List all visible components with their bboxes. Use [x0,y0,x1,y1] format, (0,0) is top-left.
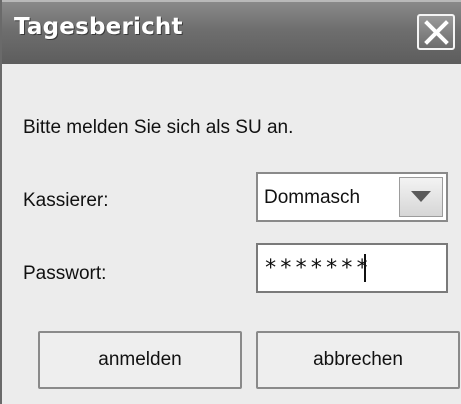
login-message: Bitte melden Sie sich als SU an. [23,117,294,138]
password-field[interactable]: ******* [256,243,448,293]
dialog-window: Tagesbericht Bitte melden Sie sich als S… [0,0,461,404]
text-caret [364,254,366,282]
title-bar[interactable]: Tagesbericht [2,0,461,64]
close-button[interactable] [417,14,455,50]
password-masked-value: ******* [264,256,371,281]
dropdown-button[interactable] [399,177,443,217]
cashier-label: Kassierer: [23,190,109,211]
cashier-select[interactable]: Dommasch [256,172,448,222]
login-button[interactable]: anmelden [38,331,242,389]
password-label: Passwort: [23,263,107,284]
cashier-selected-value: Dommasch [264,187,361,208]
window-title: Tagesbericht [14,14,183,40]
cancel-button[interactable]: abbrechen [256,331,460,389]
